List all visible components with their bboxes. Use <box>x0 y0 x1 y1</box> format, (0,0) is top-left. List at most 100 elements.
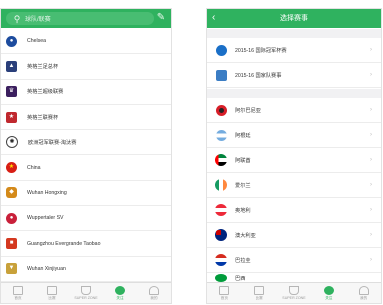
edit-icon[interactable]: ✎ <box>155 12 167 24</box>
country-label: 奥地利 <box>235 207 251 214</box>
list-item[interactable]: ◆ Wuhan Hongxing <box>1 181 171 207</box>
league-cup-logo-icon: ★ <box>6 111 17 123</box>
chevron-right-icon: › <box>370 157 372 163</box>
football-icon <box>323 285 334 295</box>
home-icon <box>219 285 230 295</box>
search-icon: ⚲ <box>13 13 21 24</box>
list-item-label: 英格兰联赛杯 <box>27 114 59 121</box>
tab-label: 我的 <box>359 295 368 300</box>
list-item-label: Wuhan Hongxing <box>27 189 67 196</box>
champions-league-logo-icon: ✺ <box>6 136 18 149</box>
matches-icon <box>47 285 57 295</box>
fa-cup-logo-icon: ▲ <box>6 60 17 72</box>
argentina-flag-icon <box>216 129 227 141</box>
paraguay-flag-icon <box>215 254 227 266</box>
user-icon <box>149 285 159 295</box>
list-item[interactable]: ♛ 英格兰超级联赛 <box>1 80 171 105</box>
search-placeholder: 球队/联赛 <box>25 17 51 23</box>
competition-label: 2015-16 国际冠军杯赛 <box>235 47 287 54</box>
section-divider <box>207 29 381 38</box>
list-item-label: Chelsea <box>27 38 47 45</box>
chevron-right-icon: › <box>370 132 372 138</box>
tab-label: 首页 <box>14 295 22 300</box>
brazil-flag-icon <box>215 274 227 282</box>
wuppertaler-logo-icon: ● <box>6 212 17 224</box>
tab-profile[interactable]: 我的 <box>137 283 171 303</box>
country-label: 巴西 <box>235 275 246 282</box>
tab-home[interactable]: 首页 <box>1 283 35 303</box>
tab-label: 比赛 <box>48 295 56 300</box>
national-team-logo-icon <box>216 69 227 81</box>
search-input[interactable]: ⚲ 球队/联赛 <box>6 12 154 25</box>
wuhan-hongxing-logo-icon: ◆ <box>6 187 17 199</box>
competition-row[interactable]: 2015-16 国家队赛事 › <box>207 63 381 88</box>
competition-row[interactable]: 2015-16 国际冠军杯赛 › <box>207 38 381 63</box>
country-row[interactable]: 巴拉圭 › <box>207 248 381 273</box>
top-bar: ⚲ 球队/联赛 ✎ <box>1 9 171 28</box>
chevron-right-icon: › <box>370 182 372 188</box>
list-item-label: Guangzhou Evergrande Taobao <box>27 240 101 247</box>
list-item-label: 英格兰超级联赛 <box>27 89 64 96</box>
chevron-right-icon: › <box>370 107 372 113</box>
country-label: 巴拉圭 <box>235 257 251 264</box>
country-row[interactable]: 阿尔巴尼亚 › <box>207 98 381 123</box>
page-title: 选择赛事 <box>280 15 308 22</box>
china-flag-icon: ★ <box>6 162 17 174</box>
section-divider <box>207 89 381 98</box>
country-row[interactable]: 爱尔兰 › <box>207 173 381 198</box>
tab-label: 关注 <box>325 295 333 300</box>
austria-flag-icon <box>215 204 227 216</box>
tab-follow[interactable]: 关注 <box>311 283 346 303</box>
country-label: 澳大利亚 <box>235 232 256 239</box>
followed-team-list: ● Chelsea ▲ 英格兰足总杯 ♛ 英格兰超级联赛 ★ 英格兰联赛杯 ✺ 欧洲冠军联… <box>1 29 171 282</box>
uae-flag-icon <box>215 154 227 166</box>
country-row[interactable]: 奥地利 › <box>207 198 381 223</box>
chevron-right-icon: › <box>370 72 372 78</box>
competition-label: 2015-16 国家队赛事 <box>235 72 282 79</box>
country-row[interactable]: 阿联酋 › <box>207 148 381 173</box>
list-item-label: 欧洲冠军联赛-淘汰赛 <box>28 139 77 146</box>
chevron-right-icon: › <box>370 47 372 53</box>
list-item[interactable]: ★ 英格兰联赛杯 <box>1 105 171 131</box>
list-item[interactable]: ✺ 欧洲冠军联赛-淘汰赛 <box>1 130 171 156</box>
nav-bar: ‹ 选择赛事 <box>207 9 381 28</box>
chevron-right-icon: › <box>370 257 372 263</box>
left-phone-screen: ⚲ 球队/联赛 ✎ ● Chelsea ▲ 英格兰足总杯 ♛ 英格兰超级联赛 ★ 英格兰… <box>0 8 172 304</box>
home-icon <box>13 285 23 295</box>
tab-follow[interactable]: 关注 <box>103 283 137 303</box>
premier-league-logo-icon: ♛ <box>6 86 17 98</box>
tab-label: 比赛 <box>255 295 263 300</box>
country-label: 阿尔巴尼亚 <box>235 107 261 114</box>
guangzhou-evergrande-logo-icon: ■ <box>6 238 17 250</box>
football-icon <box>115 285 125 295</box>
tab-matches[interactable]: 比赛 <box>35 283 69 303</box>
tab-profile[interactable]: 我的 <box>346 283 381 303</box>
tab-label: SUPER ZONE <box>74 296 98 300</box>
list-item[interactable]: ● Wuppertaler SV <box>1 206 171 232</box>
australia-flag-icon <box>215 229 227 241</box>
right-phone-screen: ‹ 选择赛事 2015-16 国际冠军杯赛 › 2015-16 国家队赛事 › … <box>206 8 382 304</box>
list-item-label: 英格兰足总杯 <box>27 63 59 70</box>
list-item-label: Wuppertaler SV <box>27 215 64 222</box>
tab-bar: 首页 比赛 SUPER ZONE 关注 我的 <box>207 282 381 303</box>
tab-bar: 首页 比赛 SUPER ZONE 关注 我的 <box>1 282 171 303</box>
list-item[interactable]: ▲ 英格兰足总杯 <box>1 54 171 80</box>
list-item[interactable]: ★ China <box>1 155 171 181</box>
tab-home[interactable]: 首页 <box>207 283 242 303</box>
tab-label: SUPER ZONE <box>282 296 306 300</box>
tab-super-zone[interactable]: SUPER ZONE <box>277 283 312 303</box>
tab-matches[interactable]: 比赛 <box>242 283 277 303</box>
trophy-icon <box>81 286 91 295</box>
chelsea-logo-icon: ● <box>6 35 17 47</box>
tab-label: 关注 <box>116 295 124 300</box>
list-item[interactable]: ▼ Wuhan Xinjiyuan <box>1 257 171 282</box>
country-row[interactable]: 阿根廷 › <box>207 123 381 148</box>
list-item[interactable]: ■ Guangzhou Evergrande Taobao <box>1 231 171 257</box>
country-row[interactable]: 澳大利亚 › <box>207 223 381 248</box>
ireland-flag-icon <box>215 179 227 191</box>
list-item[interactable]: ● Chelsea <box>1 29 171 55</box>
trophy-icon <box>288 286 299 295</box>
list-item-label: Wuhan Xinjiyuan <box>27 265 66 272</box>
chevron-right-icon: › <box>370 232 372 238</box>
tab-super-zone[interactable]: SUPER ZONE <box>69 283 103 303</box>
